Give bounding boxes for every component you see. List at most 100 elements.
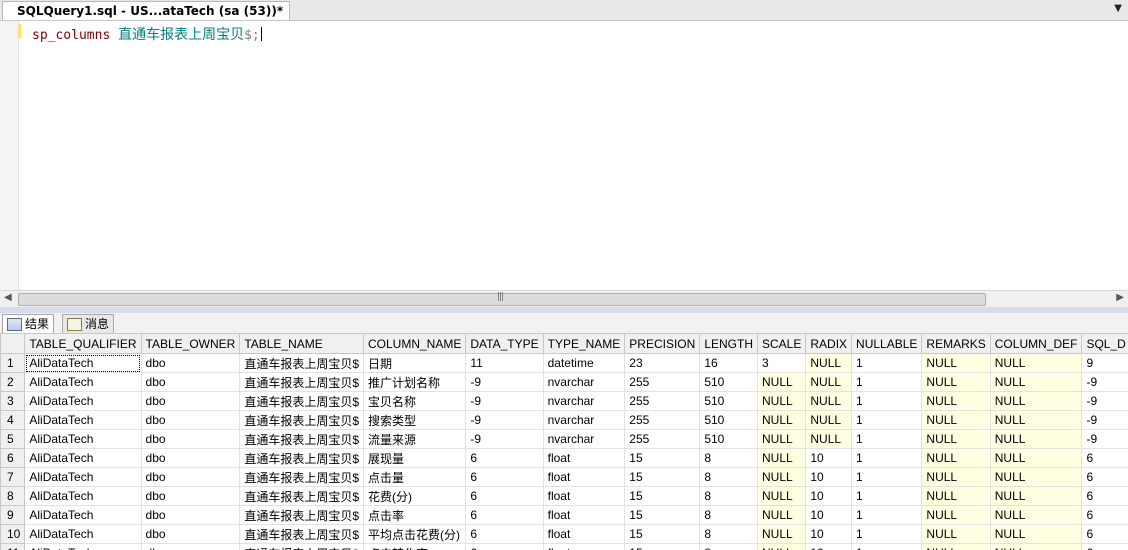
grid-cell[interactable]: 直通车报表上周宝贝$ <box>239 391 364 411</box>
grid-cell[interactable]: -9 <box>1081 391 1128 411</box>
column-header[interactable]: TABLE_NAME <box>239 333 364 354</box>
grid-cell[interactable]: NULL <box>989 505 1083 525</box>
grid-cell[interactable]: 6 <box>465 486 544 506</box>
grid-cell[interactable]: dbo <box>140 486 241 506</box>
grid-cell[interactable]: AliDataTech <box>24 429 142 449</box>
grid-cell[interactable]: dbo <box>140 410 241 430</box>
grid-cell[interactable]: 6 <box>1081 467 1128 487</box>
grid-cell[interactable]: 6 <box>1081 448 1128 468</box>
table-row[interactable]: 6 AliDataTech dbo 直通车报表上周宝贝$ 展现量 6 float 15 8 NUL… <box>0 448 1128 468</box>
column-header[interactable]: REMARKS <box>921 333 991 354</box>
grid-cell[interactable]: 直通车报表上周宝贝$ <box>239 543 364 550</box>
grid-cell[interactable]: NULL <box>989 543 1083 550</box>
tab-list-dropdown-icon[interactable]: ▼ <box>1114 3 1122 14</box>
grid-cell[interactable]: 15 <box>624 543 701 550</box>
row-number-cell[interactable]: 10 <box>0 524 26 544</box>
grid-cell[interactable]: 直通车报表上周宝贝$ <box>239 467 364 487</box>
table-row[interactable]: 5 AliDataTech dbo 直通车报表上周宝贝$ 流量来源 -9 nvarchar 2… <box>0 429 1128 449</box>
row-number-cell[interactable]: 8 <box>0 486 26 506</box>
column-header[interactable]: TABLE_OWNER <box>140 333 241 354</box>
grid-cell[interactable]: dbo <box>140 543 241 550</box>
grid-cell[interactable]: NULL <box>756 429 807 449</box>
grid-cell[interactable]: 6 <box>465 505 544 525</box>
tab-results[interactable]: 结果 <box>2 314 55 333</box>
grid-cell[interactable]: float <box>542 505 626 525</box>
grid-cell[interactable]: 10 <box>805 505 853 525</box>
grid-cell[interactable]: 3 <box>756 353 807 373</box>
grid-cell[interactable]: 1 <box>851 391 923 411</box>
row-number-cell[interactable]: 1 <box>0 353 26 373</box>
grid-cell[interactable]: 10 <box>805 524 853 544</box>
grid-cell[interactable]: 1 <box>851 505 923 525</box>
grid-cell[interactable]: 255 <box>624 429 701 449</box>
grid-cell[interactable]: NULL <box>989 524 1083 544</box>
row-number-cell[interactable]: 4 <box>0 410 26 430</box>
grid-cell[interactable]: 8 <box>699 505 758 525</box>
grid-cell[interactable]: -9 <box>465 429 544 449</box>
grid-cell[interactable]: 1 <box>851 353 923 373</box>
grid-cell[interactable]: 6 <box>1081 524 1128 544</box>
grid-cell[interactable]: NULL <box>805 372 853 392</box>
column-header[interactable]: NULLABLE <box>851 333 923 354</box>
grid-cell[interactable]: NULL <box>921 391 991 411</box>
grid-cell[interactable]: NULL <box>921 524 991 544</box>
grid-cell[interactable]: dbo <box>140 372 241 392</box>
grid-cell[interactable]: NULL <box>989 467 1083 487</box>
grid-cell[interactable]: NULL <box>921 353 991 373</box>
grid-cell[interactable]: NULL <box>756 505 807 525</box>
table-row[interactable]: 8 AliDataTech dbo 直通车报表上周宝贝$ 花费(分) 6 float 15 8 N… <box>0 486 1128 506</box>
grid-cell[interactable]: NULL <box>756 467 807 487</box>
grid-cell[interactable]: NULL <box>805 391 853 411</box>
editor-horizontal-scrollbar[interactable]: ◀ ||| ▶ <box>0 290 1128 307</box>
grid-cell[interactable]: 510 <box>699 429 758 449</box>
column-header[interactable]: SCALE <box>756 333 807 354</box>
grid-cell[interactable]: 展现量 <box>362 448 467 468</box>
grid-cell[interactable]: 搜索类型 <box>362 410 467 430</box>
row-number-cell[interactable]: 2 <box>0 372 26 392</box>
grid-cell[interactable]: 6 <box>1081 486 1128 506</box>
results-grid[interactable]: TABLE_QUALIFIER TABLE_OWNER TABLE_NAME COLU… <box>0 333 1128 550</box>
grid-cell[interactable]: 8 <box>699 467 758 487</box>
grid-cell[interactable]: 平均点击花费(分) <box>362 524 467 544</box>
row-number-cell[interactable]: 6 <box>0 448 26 468</box>
grid-cell[interactable]: float <box>542 486 626 506</box>
grid-cell[interactable]: NULL <box>756 543 807 550</box>
grid-cell[interactable]: dbo <box>140 353 241 373</box>
grid-cell[interactable]: 直通车报表上周宝贝$ <box>239 486 364 506</box>
grid-cell[interactable]: 6 <box>465 448 544 468</box>
grid-cell[interactable]: 6 <box>465 543 544 550</box>
grid-cell[interactable]: -9 <box>465 391 544 411</box>
grid-cell[interactable]: dbo <box>140 429 241 449</box>
grid-cell[interactable]: NULL <box>756 410 807 430</box>
grid-cell[interactable]: 15 <box>624 448 701 468</box>
scrollbar-thumb[interactable]: ||| <box>18 292 986 306</box>
grid-cell[interactable]: NULL <box>921 372 991 392</box>
grid-cell[interactable]: float <box>542 448 626 468</box>
grid-cell[interactable]: dbo <box>140 524 241 544</box>
table-row[interactable]: 4 AliDataTech dbo 直通车报表上周宝贝$ 搜索类型 -9 nvarchar 2… <box>0 410 1128 430</box>
grid-cell[interactable]: NULL <box>989 448 1083 468</box>
tab-messages[interactable]: 消息 <box>62 314 115 333</box>
row-number-cell[interactable]: 9 <box>0 505 26 525</box>
grid-cell[interactable]: NULL <box>989 353 1083 373</box>
grid-cell[interactable]: datetime <box>542 353 626 373</box>
grid-cell[interactable]: 直通车报表上周宝贝$ <box>239 448 364 468</box>
grid-cell[interactable]: AliDataTech <box>24 353 142 373</box>
grid-cell[interactable]: 直通车报表上周宝贝$ <box>239 429 364 449</box>
grid-cell[interactable]: -9 <box>1081 372 1128 392</box>
column-header[interactable]: COLUMN_DEF <box>989 333 1083 354</box>
grid-cell[interactable]: 点击量 <box>362 467 467 487</box>
code-line-1[interactable]: sp_columns 直通车报表上周宝贝$; <box>32 24 262 44</box>
grid-cell[interactable]: 8 <box>699 486 758 506</box>
grid-cell[interactable]: 直通车报表上周宝贝$ <box>239 505 364 525</box>
table-row[interactable]: 10 AliDataTech dbo 直通车报表上周宝贝$ 平均点击花费(分) 6 floa… <box>0 524 1128 544</box>
grid-cell[interactable]: 1 <box>851 486 923 506</box>
grid-cell[interactable]: dbo <box>140 448 241 468</box>
grid-cell[interactable]: 9 <box>1081 353 1128 373</box>
row-number-cell[interactable]: 3 <box>0 391 26 411</box>
grid-cell[interactable]: AliDataTech <box>24 467 142 487</box>
grid-cell[interactable]: NULL <box>921 505 991 525</box>
grid-cell[interactable]: NULL <box>756 391 807 411</box>
table-row[interactable]: 7 AliDataTech dbo 直通车报表上周宝贝$ 点击量 6 float 15 8 NUL… <box>0 467 1128 487</box>
grid-cell[interactable]: float <box>542 524 626 544</box>
